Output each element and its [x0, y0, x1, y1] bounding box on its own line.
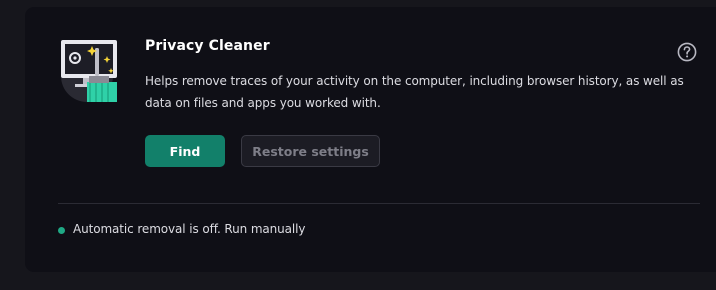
status-indicator-dot [58, 227, 65, 234]
restore-settings-button[interactable]: Restore settings [241, 135, 380, 167]
privacy-cleaner-illustration-icon [61, 40, 117, 102]
find-button[interactable]: Find [145, 135, 225, 167]
question-circle-icon[interactable] [677, 42, 697, 62]
card-description: Helps remove traces of your activity on … [145, 74, 684, 110]
status-text: Automatic removal is off. Run manually [73, 222, 306, 236]
card-title: Privacy Cleaner [145, 38, 270, 54]
divider [58, 203, 700, 204]
